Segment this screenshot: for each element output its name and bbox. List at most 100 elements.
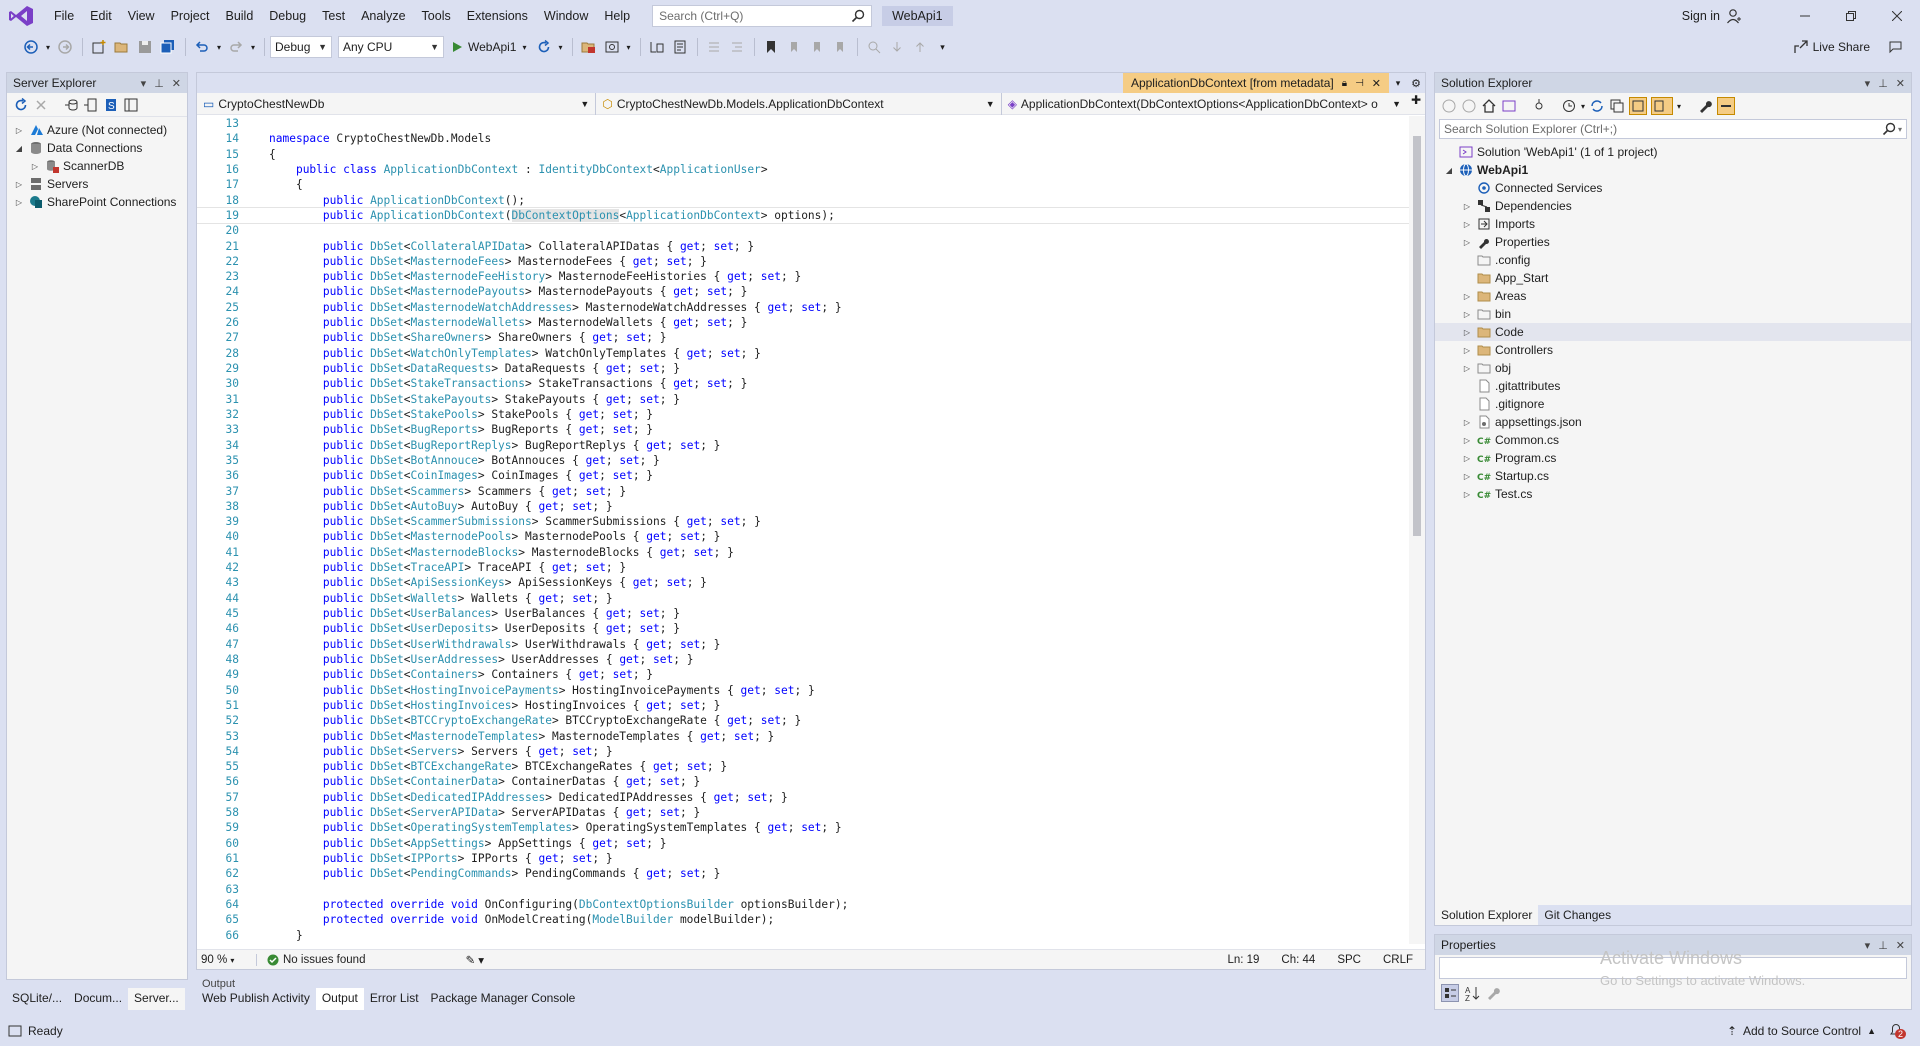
dropdown-arrow-icon[interactable]: ▾ (556, 36, 566, 58)
forward-icon[interactable] (1461, 98, 1477, 114)
close-button[interactable] (1874, 0, 1920, 32)
solution-tree-item[interactable]: ▷ Controllers (1435, 341, 1911, 359)
code-line[interactable]: 63 (197, 882, 1409, 897)
code-line[interactable]: 45 public DbSet<UserBalances> UserBalanc… (197, 606, 1409, 621)
scrollbar-thumb[interactable] (1413, 136, 1421, 536)
solution-tree-item[interactable]: ◢ WebApi1 (1435, 161, 1911, 179)
whitespace-mode[interactable]: SPC (1337, 954, 1361, 966)
toolbar-overflow-icon[interactable]: ▾ (932, 36, 954, 58)
menu-analyze[interactable]: Analyze (353, 0, 413, 32)
minimize-button[interactable] (1782, 0, 1828, 32)
code-line[interactable]: 21 public DbSet<CollateralAPIData> Colla… (197, 239, 1409, 254)
save-all-icon[interactable] (157, 36, 179, 58)
code-line[interactable]: 43 public DbSet<ApiSessionKeys> ApiSessi… (197, 575, 1409, 590)
solution-tree-item[interactable]: Connected Services (1435, 179, 1911, 197)
screenshot-icon[interactable] (601, 36, 623, 58)
code-line[interactable]: 22 public DbSet<MasternodeFees> Masterno… (197, 254, 1409, 269)
code-line[interactable]: 60 public DbSet<AppSettings> AppSettings… (197, 836, 1409, 851)
pending-changes-filter-icon[interactable] (1531, 98, 1547, 114)
code-line[interactable]: 16 public class ApplicationDbContext : I… (197, 162, 1409, 177)
expanded-chevron-icon[interactable]: ◢ (1443, 166, 1455, 175)
open-file-icon[interactable] (111, 36, 133, 58)
search-box[interactable]: Search (Ctrl+Q) (652, 5, 873, 27)
refresh-browser-icon[interactable] (533, 36, 555, 58)
step-over-icon[interactable] (646, 36, 668, 58)
next-bookmark-icon[interactable] (806, 36, 828, 58)
collapse-all-icon[interactable] (1609, 98, 1625, 114)
solution-tree-item[interactable]: Solution 'WebApi1' (1 of 1 project) (1435, 143, 1911, 161)
solution-search-input[interactable]: Search Solution Explorer (Ctrl+;) (1444, 122, 1882, 136)
code-line[interactable]: 24 public DbSet<MasternodePayouts> Maste… (197, 284, 1409, 299)
code-line[interactable]: 50 public DbSet<HostingInvoicePayments> … (197, 683, 1409, 698)
collapsed-chevron-icon[interactable]: ▷ (1461, 436, 1473, 445)
properties-wrench-icon[interactable] (1697, 98, 1713, 114)
menu-window[interactable]: Window (536, 0, 596, 32)
expanded-chevron-icon[interactable]: ◢ (13, 144, 25, 153)
properties-view-icon[interactable] (123, 97, 139, 113)
dropdown-arrow-icon[interactable]: ▾ (1677, 102, 1681, 111)
dropdown-arrow-icon[interactable]: ▾ (43, 36, 53, 58)
code-line[interactable]: 13 (197, 116, 1409, 131)
code-line[interactable]: 55 public DbSet<BTCExchangeRate> BTCExch… (197, 759, 1409, 774)
panel-options-icon[interactable]: ▾ (1865, 77, 1871, 90)
undo-icon[interactable] (191, 36, 213, 58)
code-line[interactable]: 42 public DbSet<TraceAPI> TraceAPI { get… (197, 560, 1409, 575)
code-line[interactable]: 52 public DbSet<BTCCryptoExchangeRate> B… (197, 713, 1409, 728)
preview-selected-items-icon[interactable] (1651, 97, 1674, 115)
connect-to-database-icon[interactable] (63, 97, 79, 113)
server-explorer-node[interactable]: ▷ Azure (Not connected) (7, 121, 187, 139)
code-cleanup-icon[interactable]: ✎ ▾ (465, 953, 484, 967)
output-tab[interactable]: Web Publish Activity (196, 988, 316, 1010)
solution-platform-select[interactable]: Any CPU ▼ (338, 36, 444, 58)
code-line[interactable]: 23 public DbSet<MasternodeFeeHistory> Ma… (197, 269, 1409, 284)
notifications-button[interactable]: 2 (1888, 1021, 1906, 1039)
open-folder-icon[interactable] (578, 36, 600, 58)
code-line[interactable]: 32 public DbSet<StakePools> StakePools {… (197, 407, 1409, 422)
solution-tree-item[interactable]: .gitignore (1435, 395, 1911, 413)
account-icon[interactable] (1726, 8, 1742, 24)
save-icon[interactable] (134, 36, 156, 58)
live-share-button[interactable]: Live Share (1793, 39, 1904, 55)
search-input[interactable]: Search (Ctrl+Q) (659, 9, 851, 23)
pin-icon[interactable]: ⊥ (1878, 939, 1888, 952)
code-line[interactable]: 51 public DbSet<HostingInvoices> Hosting… (197, 698, 1409, 713)
member-select[interactable]: ◈ ApplicationDbContext(DbContextOptions<… (1002, 93, 1407, 115)
code-line[interactable]: 19 public ApplicationDbContext(DbContext… (197, 206, 1409, 225)
dropdown-arrow-icon[interactable]: ▾ (1581, 102, 1585, 111)
code-line[interactable]: 47 public DbSet<UserWithdrawals> UserWit… (197, 637, 1409, 652)
bookmark-icon[interactable] (760, 36, 782, 58)
connect-to-azure-icon[interactable]: S (103, 97, 119, 113)
restore-button[interactable] (1828, 0, 1874, 32)
close-panel-icon[interactable]: ✕ (1896, 77, 1905, 90)
preview-pane-icon[interactable] (1717, 97, 1736, 115)
solution-tree-item[interactable]: ▷ C# Program.cs (1435, 449, 1911, 467)
add-to-source-control-button[interactable]: ⇡ Add to Source Control ▲ (1727, 1024, 1876, 1038)
dropdown-arrow-icon[interactable]: ▾ (522, 43, 526, 52)
zoom-select[interactable]: 90 % ▾ (197, 953, 257, 966)
comment-lines-icon[interactable] (703, 36, 725, 58)
collapsed-chevron-icon[interactable]: ▷ (13, 180, 25, 189)
find-in-files-icon[interactable] (863, 36, 885, 58)
menu-debug[interactable]: Debug (261, 0, 314, 32)
solution-tree-item[interactable]: ▷ appsettings.json (1435, 413, 1911, 431)
code-line[interactable]: 38 public DbSet<AutoBuy> AutoBuy { get; … (197, 499, 1409, 514)
code-line[interactable]: 30 public DbSet<StakeTransactions> Stake… (197, 376, 1409, 391)
alphabetical-icon[interactable]: AZ (1463, 984, 1481, 1002)
code-line[interactable]: 34 public DbSet<BugReportReplys> BugRepo… (197, 438, 1409, 453)
menu-project[interactable]: Project (163, 0, 218, 32)
close-panel-icon[interactable]: ✕ (172, 77, 181, 90)
solution-tree-item[interactable]: .config (1435, 251, 1911, 269)
collapsed-chevron-icon[interactable]: ▷ (1461, 346, 1473, 355)
output-tab[interactable]: Output (315, 988, 364, 1010)
navigate-forward-icon[interactable] (54, 36, 76, 58)
solution-tree-item[interactable]: ▷ Properties (1435, 233, 1911, 251)
solution-tree-item[interactable]: ▷ C# Common.cs (1435, 431, 1911, 449)
code-line[interactable]: 54 public DbSet<Servers> Servers { get; … (197, 744, 1409, 759)
code-line[interactable]: 17 { (197, 177, 1409, 192)
menu-view[interactable]: View (120, 0, 163, 32)
code-line[interactable]: 31 public DbSet<StakePayouts> StakePayou… (197, 392, 1409, 407)
vertical-scrollbar[interactable] (1409, 116, 1425, 944)
solution-tree-item[interactable]: .gitattributes (1435, 377, 1911, 395)
collapsed-chevron-icon[interactable]: ▷ (1461, 418, 1473, 427)
code-line[interactable]: 18 public ApplicationDbContext(); (197, 193, 1409, 208)
